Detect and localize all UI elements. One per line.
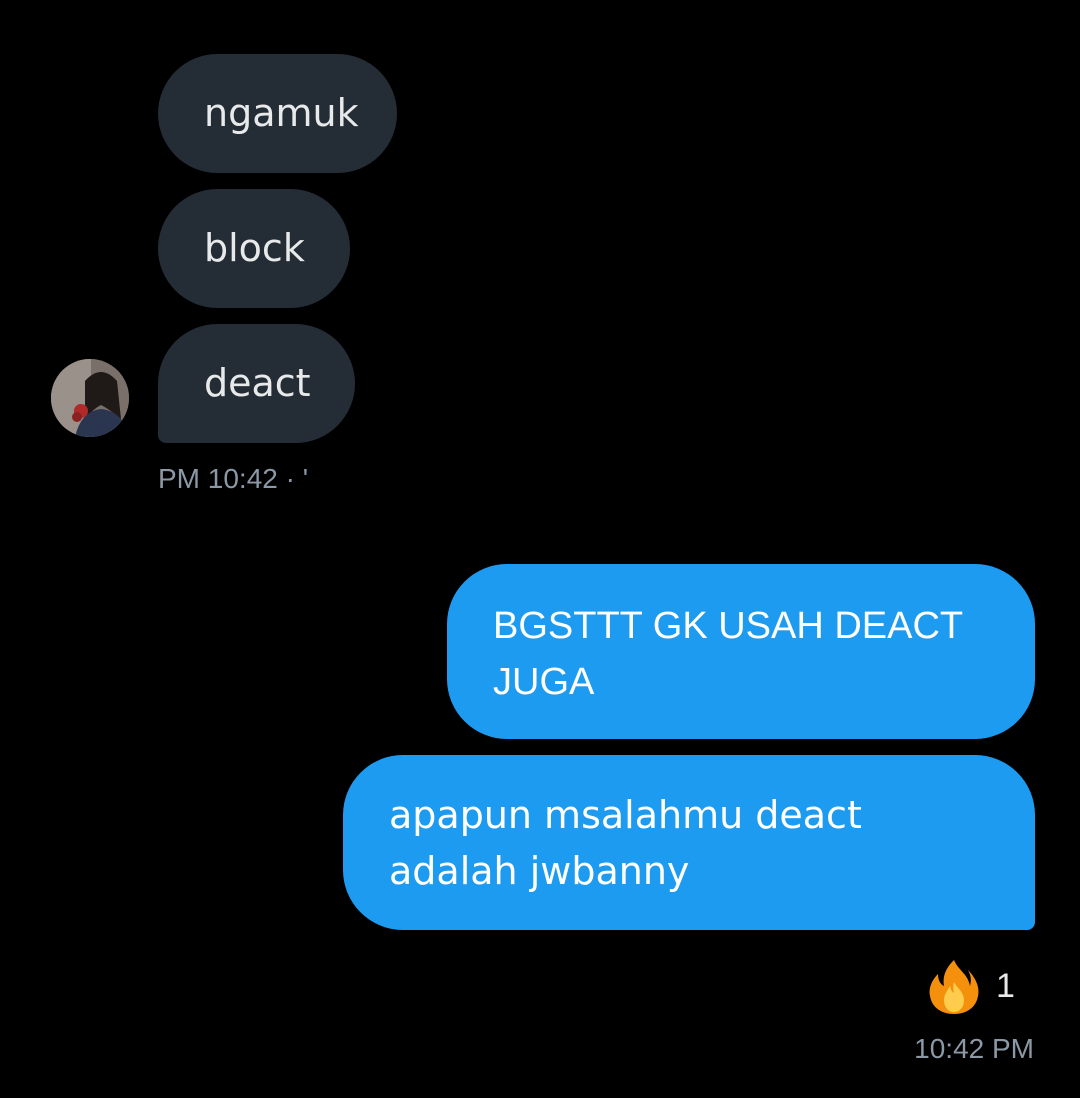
user-avatar[interactable] <box>51 359 129 437</box>
outgoing-message-bubble[interactable]: BGSTTT GK USAH DEACT JUGA <box>447 564 1035 739</box>
message-reaction[interactable]: 1 <box>924 956 1015 1016</box>
incoming-message-bubble[interactable]: ngamuk <box>158 54 397 173</box>
message-text: block <box>204 226 305 270</box>
message-text: ngamuk <box>204 91 359 135</box>
incoming-timestamp: PM 10:42 · ' <box>158 463 309 494</box>
message-text: BGSTTT GK USAH DEACT JUGA <box>493 605 963 703</box>
avatar-photo-icon <box>51 359 129 437</box>
incoming-message-bubble[interactable]: deact <box>158 324 355 443</box>
reaction-count: 1 <box>996 967 1015 1005</box>
message-text: apapun msalahmu deact adalah jwbanny <box>389 793 862 893</box>
dm-conversation: ngamuk block deact PM 10:42 · ' BGSTTT G… <box>0 0 1080 1098</box>
outgoing-message-bubble[interactable]: apapun msalahmu deact adalah jwbanny <box>343 755 1035 930</box>
fire-emoji-icon <box>929 960 979 1014</box>
outgoing-timestamp: 10:42 PM <box>914 1033 1034 1064</box>
incoming-message-bubble[interactable]: block <box>158 189 350 308</box>
message-text: deact <box>204 361 311 405</box>
